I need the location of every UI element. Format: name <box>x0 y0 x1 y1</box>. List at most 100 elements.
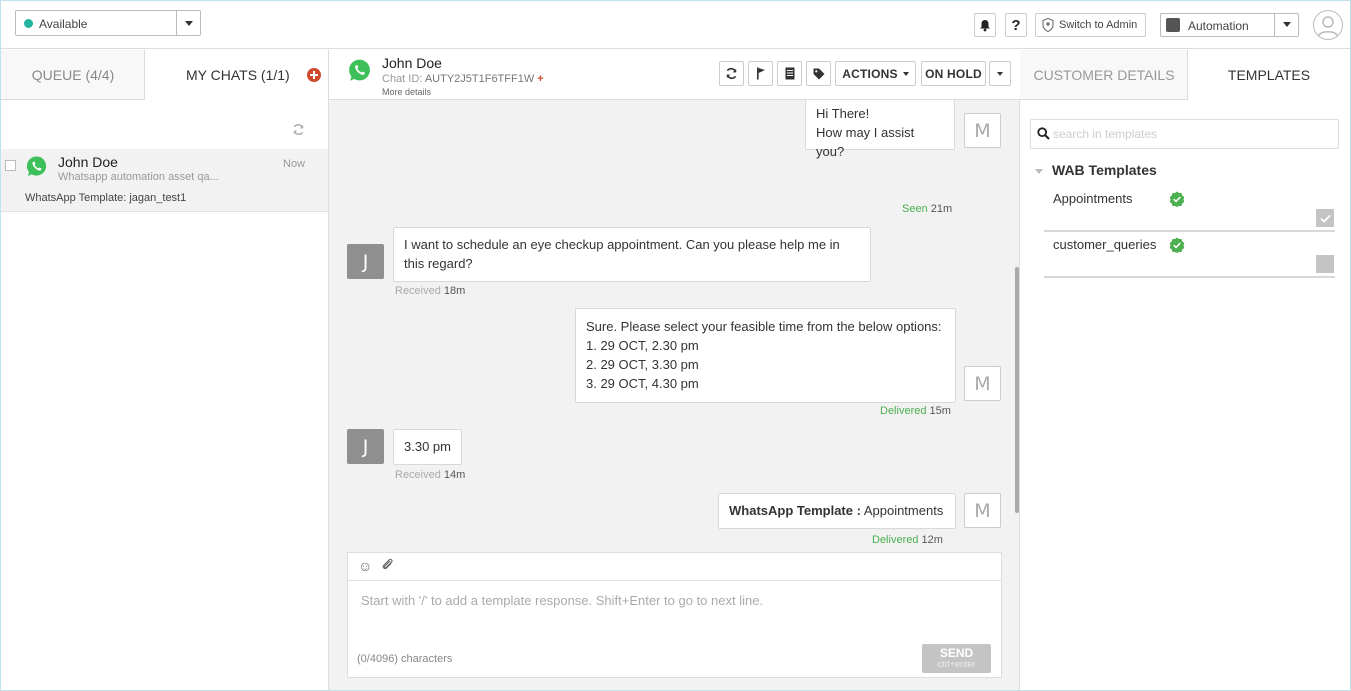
composer-toolbar: ☺ <box>348 553 1001 581</box>
message-text: 3.30 pm <box>404 439 451 454</box>
message-text: Sure. Please select your feasible time f… <box>586 319 942 334</box>
status-time: 12m <box>921 534 943 546</box>
template-item[interactable]: Appointments <box>1044 186 1335 232</box>
tab-my-chats[interactable]: MY CHATS (1/1) <box>145 50 328 100</box>
message-list: Hi There! How may I assist you? M Seen 2… <box>329 100 1020 550</box>
actions-label: ACTIONS <box>842 66 898 81</box>
help-button[interactable]: ? <box>1005 13 1027 37</box>
message-text: 2. 29 OCT, 3.30 pm <box>586 357 699 372</box>
user-avatar[interactable] <box>1313 10 1343 40</box>
side-panel: CUSTOMER DETAILS TEMPLATES WAB Templates… <box>1020 50 1350 690</box>
on-hold-dropdown-toggle[interactable] <box>989 61 1011 86</box>
plus-icon[interactable]: + <box>537 73 543 85</box>
message-bubble: Hi There! How may I assist you? <box>805 100 955 159</box>
top-bar: Available ? Switch to Admin Automation <box>1 1 1350 49</box>
conversation-panel: John Doe Chat ID: AUTY2J5T1F6TFF1W + Mor… <box>329 50 1020 690</box>
help-icon: ? <box>1011 16 1021 34</box>
message-text: this regard? <box>404 256 473 271</box>
agent-avatar: M <box>964 493 1001 528</box>
status-text: Received <box>395 285 441 297</box>
template-item[interactable]: customer_queries <box>1044 232 1335 278</box>
message-scrollbar[interactable] <box>1015 267 1019 513</box>
message-status: Delivered 15m <box>880 405 951 417</box>
status-dot-icon <box>24 19 33 28</box>
chat-preview: Whatsapp automation asset qa... <box>58 171 219 183</box>
chat-select-checkbox[interactable] <box>5 160 16 171</box>
notifications-button[interactable] <box>974 13 996 37</box>
attachment-icon[interactable] <box>381 557 394 574</box>
automation-dropdown-toggle[interactable] <box>1274 14 1298 36</box>
switch-admin-label: Switch to Admin <box>1059 19 1138 31</box>
collapse-caret-icon[interactable] <box>1035 169 1043 174</box>
message-text: How may I assist you? <box>816 125 915 159</box>
refresh-list-icon[interactable] <box>292 123 305 139</box>
message-status: Received 14m <box>395 469 465 481</box>
message-text: 1. 29 OCT, 2.30 pm <box>586 338 699 353</box>
tab-queue-label: QUEUE (4/4) <box>31 67 115 83</box>
message-text: I want to schedule an eye checkup appoin… <box>404 237 840 252</box>
tag-icon <box>813 68 824 79</box>
add-chat-icon[interactable] <box>307 68 321 82</box>
agent-avatar: M <box>964 113 1001 148</box>
flag-button[interactable] <box>748 61 773 86</box>
shield-user-icon <box>1042 18 1054 32</box>
check-icon <box>1319 214 1331 223</box>
tab-templates[interactable]: TEMPLATES <box>1188 50 1350 100</box>
template-group-title[interactable]: WAB Templates <box>1052 162 1157 178</box>
bell-icon <box>980 19 990 31</box>
on-hold-label: ON HOLD <box>925 66 982 81</box>
automation-select[interactable]: Automation <box>1160 13 1299 37</box>
chat-id-value: AUTY2J5T1F6TFF1W <box>424 73 535 85</box>
status-time: 14m <box>443 469 466 481</box>
select-template-checkbox[interactable] <box>1316 209 1334 227</box>
user-icon <box>1317 16 1339 38</box>
chat-id-label: Chat ID: <box>382 73 423 85</box>
notes-button[interactable] <box>777 61 802 86</box>
chevron-down-icon <box>997 71 1003 76</box>
emoji-icon[interactable]: ☺ <box>358 558 372 574</box>
send-button[interactable]: SEND ctrl+enter <box>922 644 991 673</box>
status-dropdown-toggle[interactable] <box>176 11 200 35</box>
refresh-icon <box>726 68 737 79</box>
chat-list-item[interactable]: John Doe Whatsapp automation asset qa...… <box>1 149 328 212</box>
status-text: Delivered <box>872 534 919 546</box>
whatsapp-icon <box>26 156 47 177</box>
status-text: Delivered <box>880 405 927 417</box>
status-text: Seen <box>902 203 928 215</box>
template-name: customer_queries <box>1053 237 1157 252</box>
send-shortcut-hint: ctrl+enter <box>937 659 976 669</box>
tab-queue[interactable]: QUEUE (4/4) <box>1 50 145 100</box>
select-template-checkbox[interactable] <box>1316 255 1334 273</box>
verified-badge-icon <box>1169 191 1185 207</box>
customer-avatar: J <box>347 244 384 279</box>
message-status: Received 18m <box>395 285 465 297</box>
refresh-button[interactable] <box>719 61 744 86</box>
status-time: 15m <box>929 405 951 417</box>
status-time: 21m <box>930 203 953 215</box>
message-bubble: I want to schedule an eye checkup appoin… <box>393 227 871 282</box>
document-icon <box>785 67 794 80</box>
switch-to-admin-button[interactable]: Switch to Admin <box>1035 13 1146 37</box>
contact-name: John Doe <box>382 55 442 71</box>
send-label: SEND <box>939 646 974 660</box>
message-bubble: Sure. Please select your feasible time f… <box>575 308 956 403</box>
template-search-input[interactable] <box>1053 124 1333 144</box>
status-text: Received <box>395 469 441 481</box>
flag-icon <box>756 67 765 80</box>
actions-dropdown[interactable]: ACTIONS <box>835 61 916 86</box>
tab-customer-details[interactable]: CUSTOMER DETAILS <box>1020 50 1188 100</box>
tag-button[interactable] <box>806 61 831 86</box>
status-select[interactable]: Available <box>15 10 201 36</box>
chat-list-panel: QUEUE (4/4) MY CHATS (1/1) John Doe What… <box>1 50 329 690</box>
status-time: 18m <box>443 285 466 297</box>
message-bubble: WhatsApp Template : Appointments <box>718 493 956 529</box>
chat-id: Chat ID: AUTY2J5T1F6TFF1W + <box>382 73 544 85</box>
chat-template: WhatsApp Template: jagan_test1 <box>25 192 187 204</box>
template-search[interactable] <box>1030 119 1339 149</box>
template-name: Appointments <box>1053 191 1133 206</box>
verified-badge-icon <box>1169 237 1185 253</box>
message-input[interactable]: Start with '/' to add a template respons… <box>361 593 763 608</box>
more-details-link[interactable]: More details <box>382 87 431 97</box>
on-hold-button[interactable]: ON HOLD <box>921 61 986 86</box>
message-text: Appointments <box>860 503 944 518</box>
